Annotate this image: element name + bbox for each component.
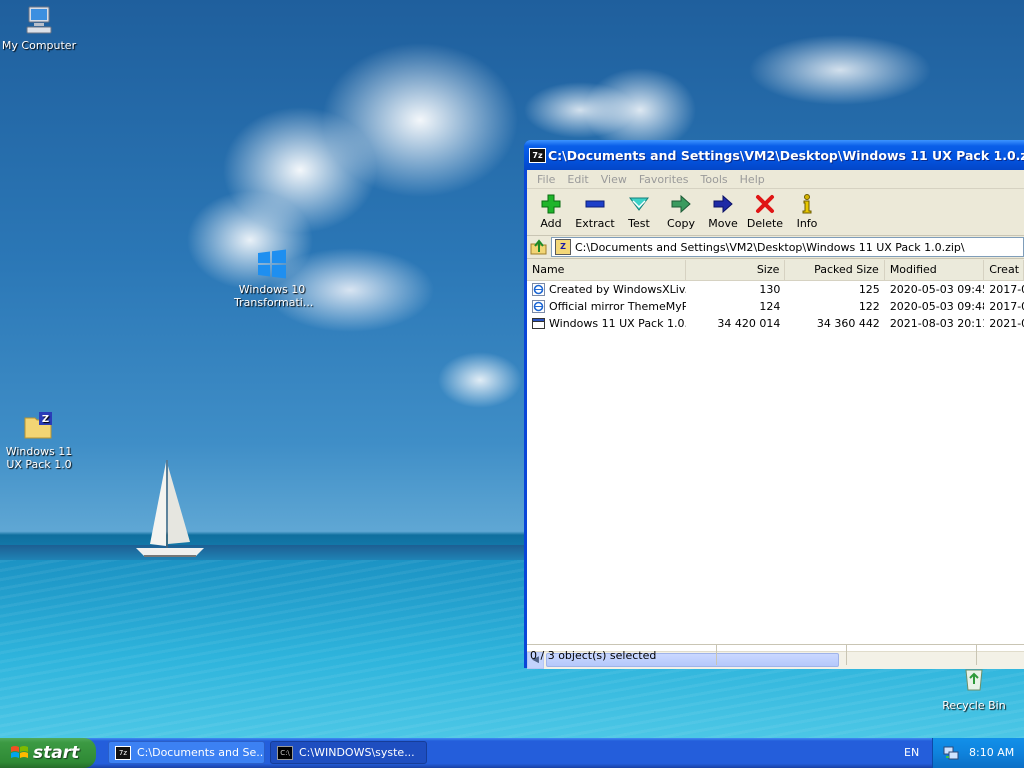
window-titlebar[interactable]: 7z C:\Documents and Settings\VM2\Desktop…: [524, 140, 1024, 170]
desktop-icon-windows-11-ux-pack[interactable]: Z Windows 11 UX Pack 1.0: [1, 410, 77, 471]
zip-archive-icon: Z: [555, 239, 571, 255]
copy-arrow-icon: [671, 194, 691, 214]
info-icon: [802, 194, 812, 214]
up-folder-icon: [530, 239, 547, 255]
copy-button[interactable]: Copy: [660, 189, 702, 235]
move-button[interactable]: Move: [702, 189, 744, 235]
menu-view[interactable]: View: [595, 170, 633, 188]
address-bar: Z C:\Documents and Settings\VM2\Desktop\…: [527, 236, 1024, 259]
status-bar: 0 / 3 object(s) selected: [527, 644, 1024, 665]
file-created: 2017-0: [989, 300, 1024, 313]
command-prompt-icon: C:\: [277, 745, 293, 760]
exe-file-icon: [532, 318, 545, 329]
system-tray: 8:10 AM: [932, 738, 1024, 768]
file-list[interactable]: Name Size Packed Size Modified Creat Cre…: [527, 260, 1024, 651]
delete-x-icon: [756, 195, 774, 213]
desktop-icon-label: Windows 10 Transformati...: [234, 283, 314, 309]
file-modified: 2020-05-03 09:45: [889, 283, 985, 296]
table-row[interactable]: Created by WindowsXLiv... 130 125 2020-0…: [527, 281, 1024, 298]
7zip-app-icon: 7z: [115, 745, 131, 760]
test-button[interactable]: Test: [618, 189, 660, 235]
check-icon: [629, 197, 649, 211]
file-created: 2017-0: [989, 283, 1024, 296]
taskbar-item-label: C:\WINDOWS\syste...: [299, 746, 415, 759]
taskbar: start 7z C:\Documents and Se... C:\ C:\W…: [0, 738, 1024, 768]
info-button[interactable]: Info: [786, 189, 828, 235]
status-panel-2: [717, 645, 847, 665]
file-modified: 2020-05-03 09:48: [889, 300, 985, 313]
column-header-name[interactable]: Name: [527, 260, 686, 280]
add-button[interactable]: Add: [530, 189, 572, 235]
status-selected-count: 0 / 3 object(s) selected: [527, 645, 717, 665]
taskbar-item-label: C:\Documents and Se...: [137, 746, 265, 759]
menu-file[interactable]: File: [531, 170, 561, 188]
column-header-row: Name Size Packed Size Modified Creat: [527, 260, 1024, 281]
clock[interactable]: 8:10 AM: [969, 746, 1014, 759]
start-button[interactable]: start: [0, 738, 96, 768]
table-row[interactable]: Windows 11 UX Pack 1.0.... 34 420 014 34…: [527, 315, 1024, 332]
file-packed-size: 34 360 442: [816, 317, 880, 330]
window-client: File Edit View Favorites Tools Help Add …: [527, 170, 1024, 669]
my-computer-icon: [23, 4, 55, 36]
file-created: 2021-0: [989, 317, 1024, 330]
desktop-icon-label: Recycle Bin: [942, 699, 1006, 712]
file-size: 130: [759, 283, 781, 296]
zip-folder-icon: Z: [23, 410, 55, 442]
ie-link-icon: [532, 300, 545, 313]
windows-flag-icon: [11, 746, 28, 758]
menu-bar: File Edit View Favorites Tools Help: [527, 170, 1024, 189]
sailboat-image: [136, 460, 204, 557]
path-text: C:\Documents and Settings\VM2\Desktop\Wi…: [575, 240, 965, 254]
taskbar-item-7zip[interactable]: 7z C:\Documents and Se...: [108, 741, 265, 764]
column-header-size[interactable]: Size: [686, 260, 786, 280]
file-packed-size: 122: [858, 300, 880, 313]
menu-favorites[interactable]: Favorites: [633, 170, 695, 188]
up-folder-button[interactable]: [527, 237, 551, 257]
column-header-packed-size[interactable]: Packed Size: [785, 260, 885, 280]
plus-icon: [541, 194, 561, 214]
toolbar: Add Extract Test Copy Move Delete Info: [527, 189, 1024, 236]
minus-icon: [585, 200, 605, 208]
menu-edit[interactable]: Edit: [561, 170, 594, 188]
desktop-icon-my-computer[interactable]: My Computer: [1, 4, 77, 52]
start-label: start: [33, 743, 80, 763]
move-arrow-icon: [713, 194, 733, 214]
desktop-icon-label: Windows 11 UX Pack 1.0: [5, 445, 73, 471]
status-panel-3: [847, 645, 977, 665]
archive-window: 7z C:\Documents and Settings\VM2\Desktop…: [524, 140, 1024, 669]
desktop-icon-windows-10-transformation[interactable]: Windows 10 Transformati...: [234, 248, 314, 309]
menu-tools[interactable]: Tools: [695, 170, 734, 188]
menu-help[interactable]: Help: [734, 170, 771, 188]
desktop-icon-label: My Computer: [1, 39, 77, 52]
table-row[interactable]: Official mirror ThemeMyP... 124 122 2020…: [527, 298, 1024, 315]
path-field[interactable]: Z C:\Documents and Settings\VM2\Desktop\…: [551, 237, 1024, 257]
file-name: Created by WindowsXLiv...: [549, 283, 686, 296]
file-modified: 2021-08-03 20:11: [889, 317, 985, 330]
network-icon[interactable]: [943, 745, 959, 761]
column-header-modified[interactable]: Modified: [885, 260, 985, 280]
file-size: 124: [759, 300, 781, 313]
language-indicator[interactable]: EN: [904, 746, 919, 759]
taskbar-item-command-prompt[interactable]: C:\ C:\WINDOWS\syste...: [270, 741, 427, 764]
7zip-app-icon[interactable]: 7z: [529, 148, 546, 163]
window-title: C:\Documents and Settings\VM2\Desktop\Wi…: [548, 148, 1024, 163]
svg-text:Z: Z: [42, 414, 49, 425]
file-name: Windows 11 UX Pack 1.0....: [549, 317, 686, 330]
column-header-created[interactable]: Creat: [984, 260, 1024, 280]
file-packed-size: 125: [858, 283, 880, 296]
delete-button[interactable]: Delete: [744, 189, 786, 235]
desktop-icon-recycle-bin[interactable]: Recycle Bin: [936, 664, 1012, 712]
windows-logo-icon: [256, 248, 288, 280]
extract-button[interactable]: Extract: [572, 189, 618, 235]
file-size: 34 420 014: [717, 317, 781, 330]
ie-link-icon: [532, 283, 545, 296]
file-name: Official mirror ThemeMyP...: [549, 300, 686, 313]
